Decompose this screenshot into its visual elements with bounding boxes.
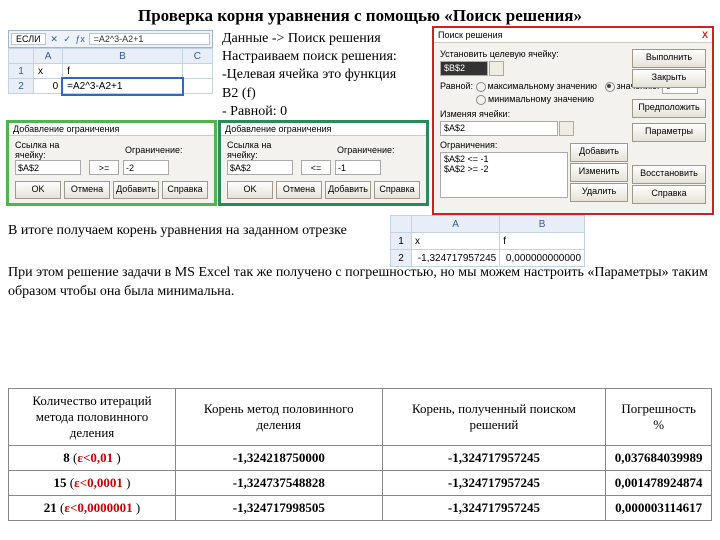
solver-dialog: Поиск решенияX Установить целевую ячейку… [432, 26, 714, 215]
note-text: При этом решение задачи в MS Excel так ж… [8, 264, 708, 302]
cell-picker-icon[interactable] [559, 121, 574, 136]
limit-input[interactable] [335, 160, 381, 175]
excel-result-snippet: AB 1xf 2-1,3247179572450,000000000000 [390, 215, 585, 267]
table-row: 8 (ε<0,01 ) -1,324218750000 -1,324717957… [9, 446, 712, 471]
add-constraint-dialog-1: Добавление ограничения Ссылка на ячейку:… [6, 120, 217, 206]
help-button[interactable]: Справка [632, 185, 706, 204]
change-cells-input[interactable]: $A$2 [440, 121, 558, 136]
formula-bar[interactable]: =A2^3-A2+1 [89, 33, 210, 45]
accept-icon[interactable]: ✓ [61, 34, 74, 45]
guess-button[interactable]: Предположить [632, 99, 706, 118]
help-button[interactable]: Справка [374, 181, 420, 199]
target-cell-input[interactable]: $B$2 [440, 61, 488, 76]
cancel-button[interactable]: Отмена [276, 181, 322, 199]
params-button[interactable]: Параметры [632, 123, 706, 142]
cancel-button[interactable]: Отмена [64, 181, 110, 199]
add-button[interactable]: Добавить [325, 181, 371, 199]
solver-title: Поиск решения [438, 30, 503, 40]
radio-value[interactable] [605, 82, 615, 92]
excel-formula-snippet: ЕСЛИ ✕ ✓ ƒx =A2^3-A2+1 ABC 1xf 20=A2^3-A… [8, 30, 213, 94]
add-button[interactable]: Добавить [570, 143, 628, 162]
constraints-list[interactable]: $A$2 <= -1 $A$2 >= -2 [440, 152, 568, 198]
cancel-icon[interactable]: ✕ [48, 34, 61, 45]
radio-min[interactable] [476, 95, 486, 105]
execute-button[interactable]: Выполнить [632, 49, 706, 68]
edit-button[interactable]: Изменить [570, 163, 628, 182]
cell-ref-input[interactable] [15, 160, 81, 175]
limit-input[interactable] [123, 160, 169, 175]
table-row: 15 (ε<0,0001 ) -1,324737548828 -1,324717… [9, 471, 712, 496]
result-intro-text: В итоге получаем корень уравнения на зад… [8, 222, 388, 241]
delete-button[interactable]: Удалить [570, 183, 628, 202]
help-button[interactable]: Справка [162, 181, 208, 199]
add-button[interactable]: Добавить [113, 181, 159, 199]
cell-picker-icon[interactable] [489, 61, 504, 76]
ok-button[interactable]: OK [15, 181, 61, 199]
comparison-table: Количество итераций метода половинного д… [8, 388, 712, 521]
table-row: 21 (ε<0,0000001 ) -1,324717998505 -1,324… [9, 496, 712, 521]
fx-icon[interactable]: ƒx [74, 34, 87, 44]
close-icon[interactable]: X [702, 30, 708, 40]
cell-ref-input[interactable] [227, 160, 293, 175]
name-box[interactable]: ЕСЛИ [11, 33, 46, 45]
operator-select[interactable] [301, 160, 331, 175]
radio-max[interactable] [476, 82, 486, 92]
page-title: Проверка корня уравнения с помощью «Поис… [0, 0, 720, 29]
operator-select[interactable] [89, 160, 119, 175]
ok-button[interactable]: OK [227, 181, 273, 199]
close-button[interactable]: Закрыть [632, 69, 706, 88]
add-constraint-dialog-2: Добавление ограничения Ссылка на ячейку:… [218, 120, 429, 206]
restore-button[interactable]: Восстановить [632, 165, 706, 184]
